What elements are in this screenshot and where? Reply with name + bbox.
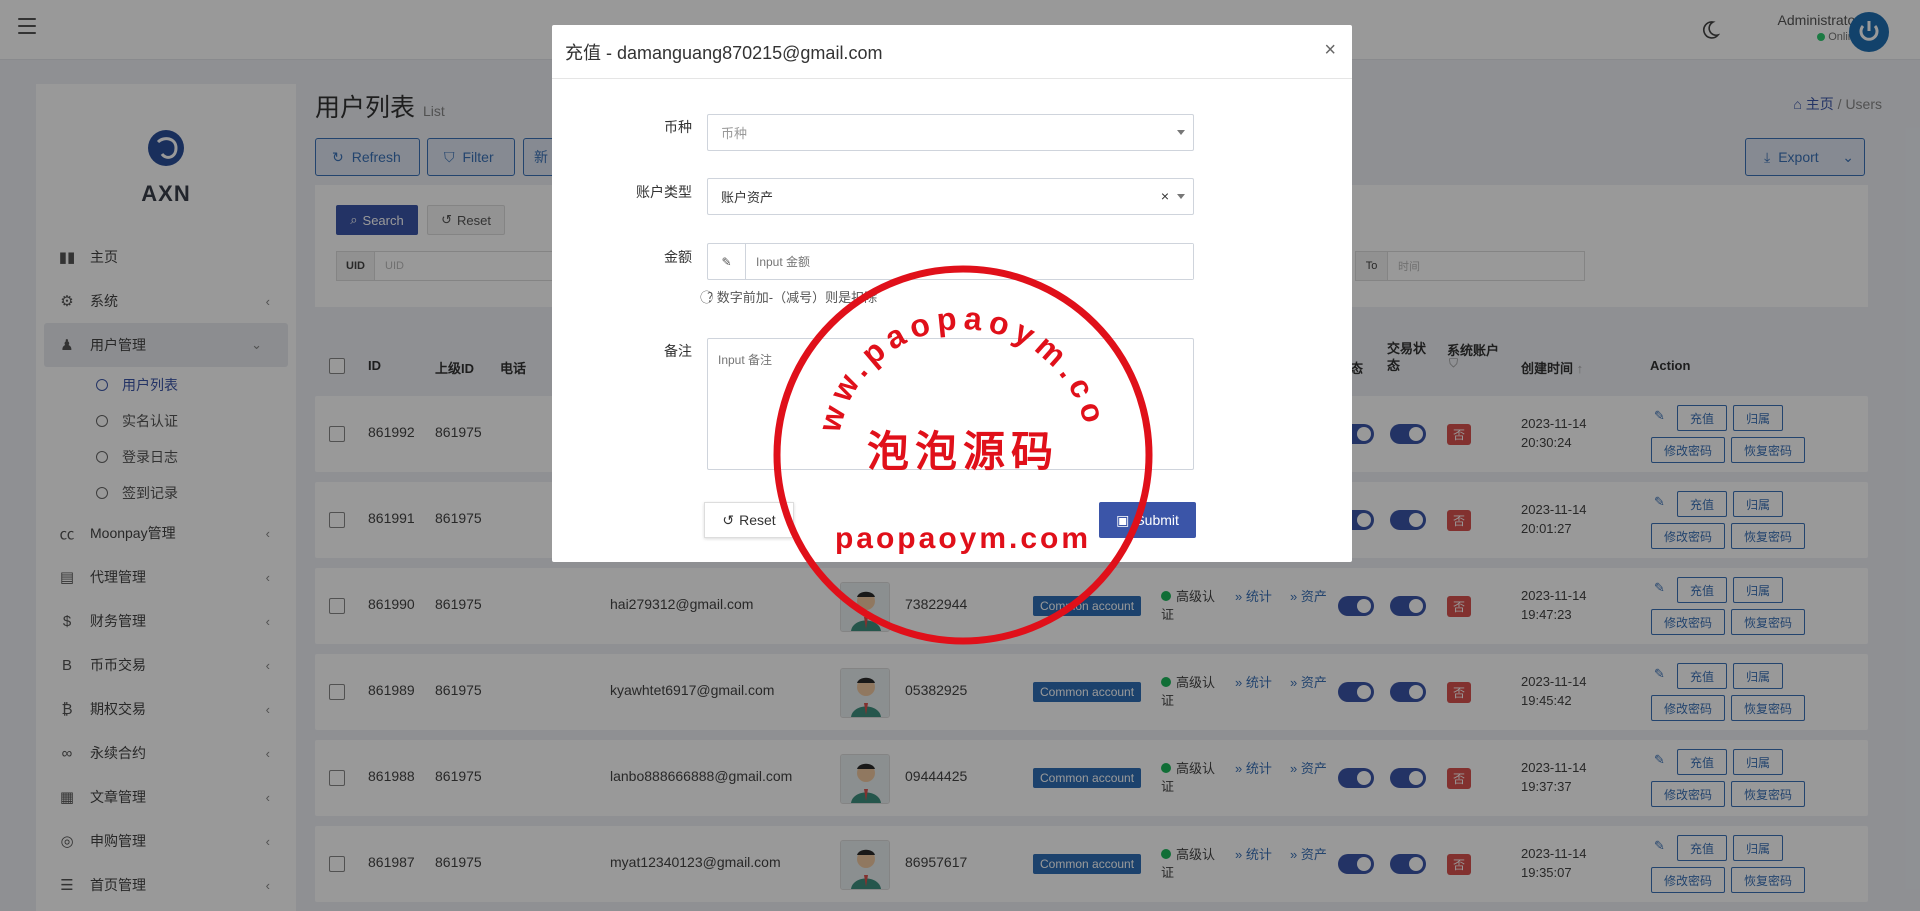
account-type-select[interactable]: 账户资产 ×: [707, 178, 1194, 215]
svg-text:www.paopaoym.com: www.paopaoym.com: [770, 262, 1114, 437]
clear-icon[interactable]: ×: [1161, 188, 1169, 204]
question-circle-icon: ?⃝: [707, 290, 714, 305]
caret-down-icon: [1177, 194, 1185, 199]
pencil-icon: ✎: [708, 244, 746, 279]
modal-title: 充值 - damanguang870215@gmail.com: [552, 25, 1352, 79]
currency-select[interactable]: 币种: [707, 114, 1194, 151]
currency-label: 币种: [664, 119, 692, 135]
undo-icon: ↺: [722, 511, 735, 528]
close-icon[interactable]: ×: [1324, 39, 1336, 62]
amount-label: 金额: [664, 249, 692, 265]
caret-down-icon: [1177, 130, 1185, 135]
watermark-stamp: www.paopaoym.com 泡泡源码 paopaoym.com: [770, 262, 1153, 645]
watermark-ring-text: www.paopaoym.com: [770, 262, 1108, 437]
account-type-label: 账户类型: [636, 184, 692, 200]
remark-label: 备注: [664, 343, 692, 359]
watermark-bottom-text: paopaoym.com: [835, 522, 1091, 555]
watermark-center-text: 泡泡源码: [867, 427, 1059, 476]
